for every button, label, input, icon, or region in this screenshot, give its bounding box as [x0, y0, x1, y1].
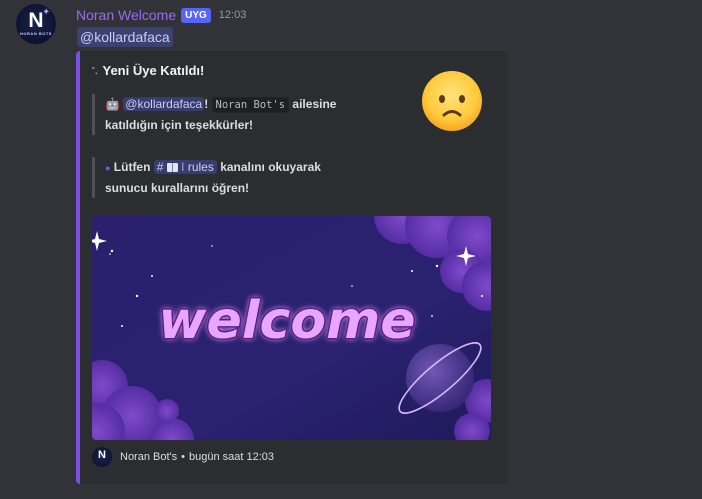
channel-mention-rules[interactable]: # I rules: [153, 160, 217, 174]
rules-text-b: sunucu kurallarını öğren!: [105, 181, 250, 195]
quote-rules: ● Lütfen # I rules kanalını okuyarak sun…: [92, 157, 405, 198]
author-avatar[interactable]: N ✦ NORAN BOTS: [16, 4, 56, 44]
welcome-embed: ˚. Yeni Üye Katıldı! 🤖 @kollardafaca! No…: [76, 51, 508, 484]
user-mention[interactable]: @kollardafaca: [77, 27, 173, 47]
message-header: Noran Welcome UYG 12:03: [76, 5, 246, 25]
message-timestamp[interactable]: 12:03: [219, 9, 247, 21]
sparkle-icon: ˚.: [92, 65, 98, 76]
app-tag-badge: UYG: [181, 7, 211, 23]
book-icon: [166, 163, 178, 172]
footer-name: Noran Bot's: [120, 451, 178, 463]
quote-thanks: 🤖 @kollardafaca! Noran Bot's ailesine ka…: [92, 94, 405, 135]
quote-text-b: katıldığın için teşekkürler!: [105, 118, 254, 132]
embed-footer: N Noran Bot's • bugün saat 12:03: [92, 447, 274, 467]
rules-text-a: kanalını okuyarak: [220, 160, 321, 174]
author-name[interactable]: Noran Welcome: [76, 7, 176, 23]
quote-text-a: ailesine: [292, 97, 337, 111]
embed-title: ˚. Yeni Üye Katıldı!: [92, 63, 204, 78]
robot-icon: 🤖: [105, 97, 120, 111]
footer-separator: •: [181, 451, 185, 463]
welcome-word: welcome: [158, 291, 415, 351]
footer-time: bugün saat 12:03: [189, 451, 275, 463]
code-inline: Noran Bot's: [211, 97, 290, 113]
frowning-face-icon: [422, 71, 482, 131]
channel-hash: #: [156, 160, 164, 174]
welcome-banner-graphic: welcome: [92, 216, 491, 440]
rules-prefix: Lütfen: [113, 160, 151, 174]
footer-avatar: N: [92, 447, 112, 467]
avatar-subtext: NORAN BOTS: [20, 31, 52, 36]
sparkle-icon: ✦: [42, 7, 51, 18]
user-mention-inline[interactable]: @kollardafaca: [123, 97, 205, 111]
bullet-icon: ●: [105, 163, 111, 173]
embed-title-text: Yeni Üye Katıldı!: [102, 63, 205, 78]
chat-message: N ✦ NORAN BOTS Noran Welcome UYG 12:03 @…: [0, 0, 702, 499]
exclaim-text: !: [204, 97, 209, 111]
welcome-banner-image[interactable]: welcome: [92, 216, 491, 440]
channel-name: rules: [187, 160, 214, 174]
